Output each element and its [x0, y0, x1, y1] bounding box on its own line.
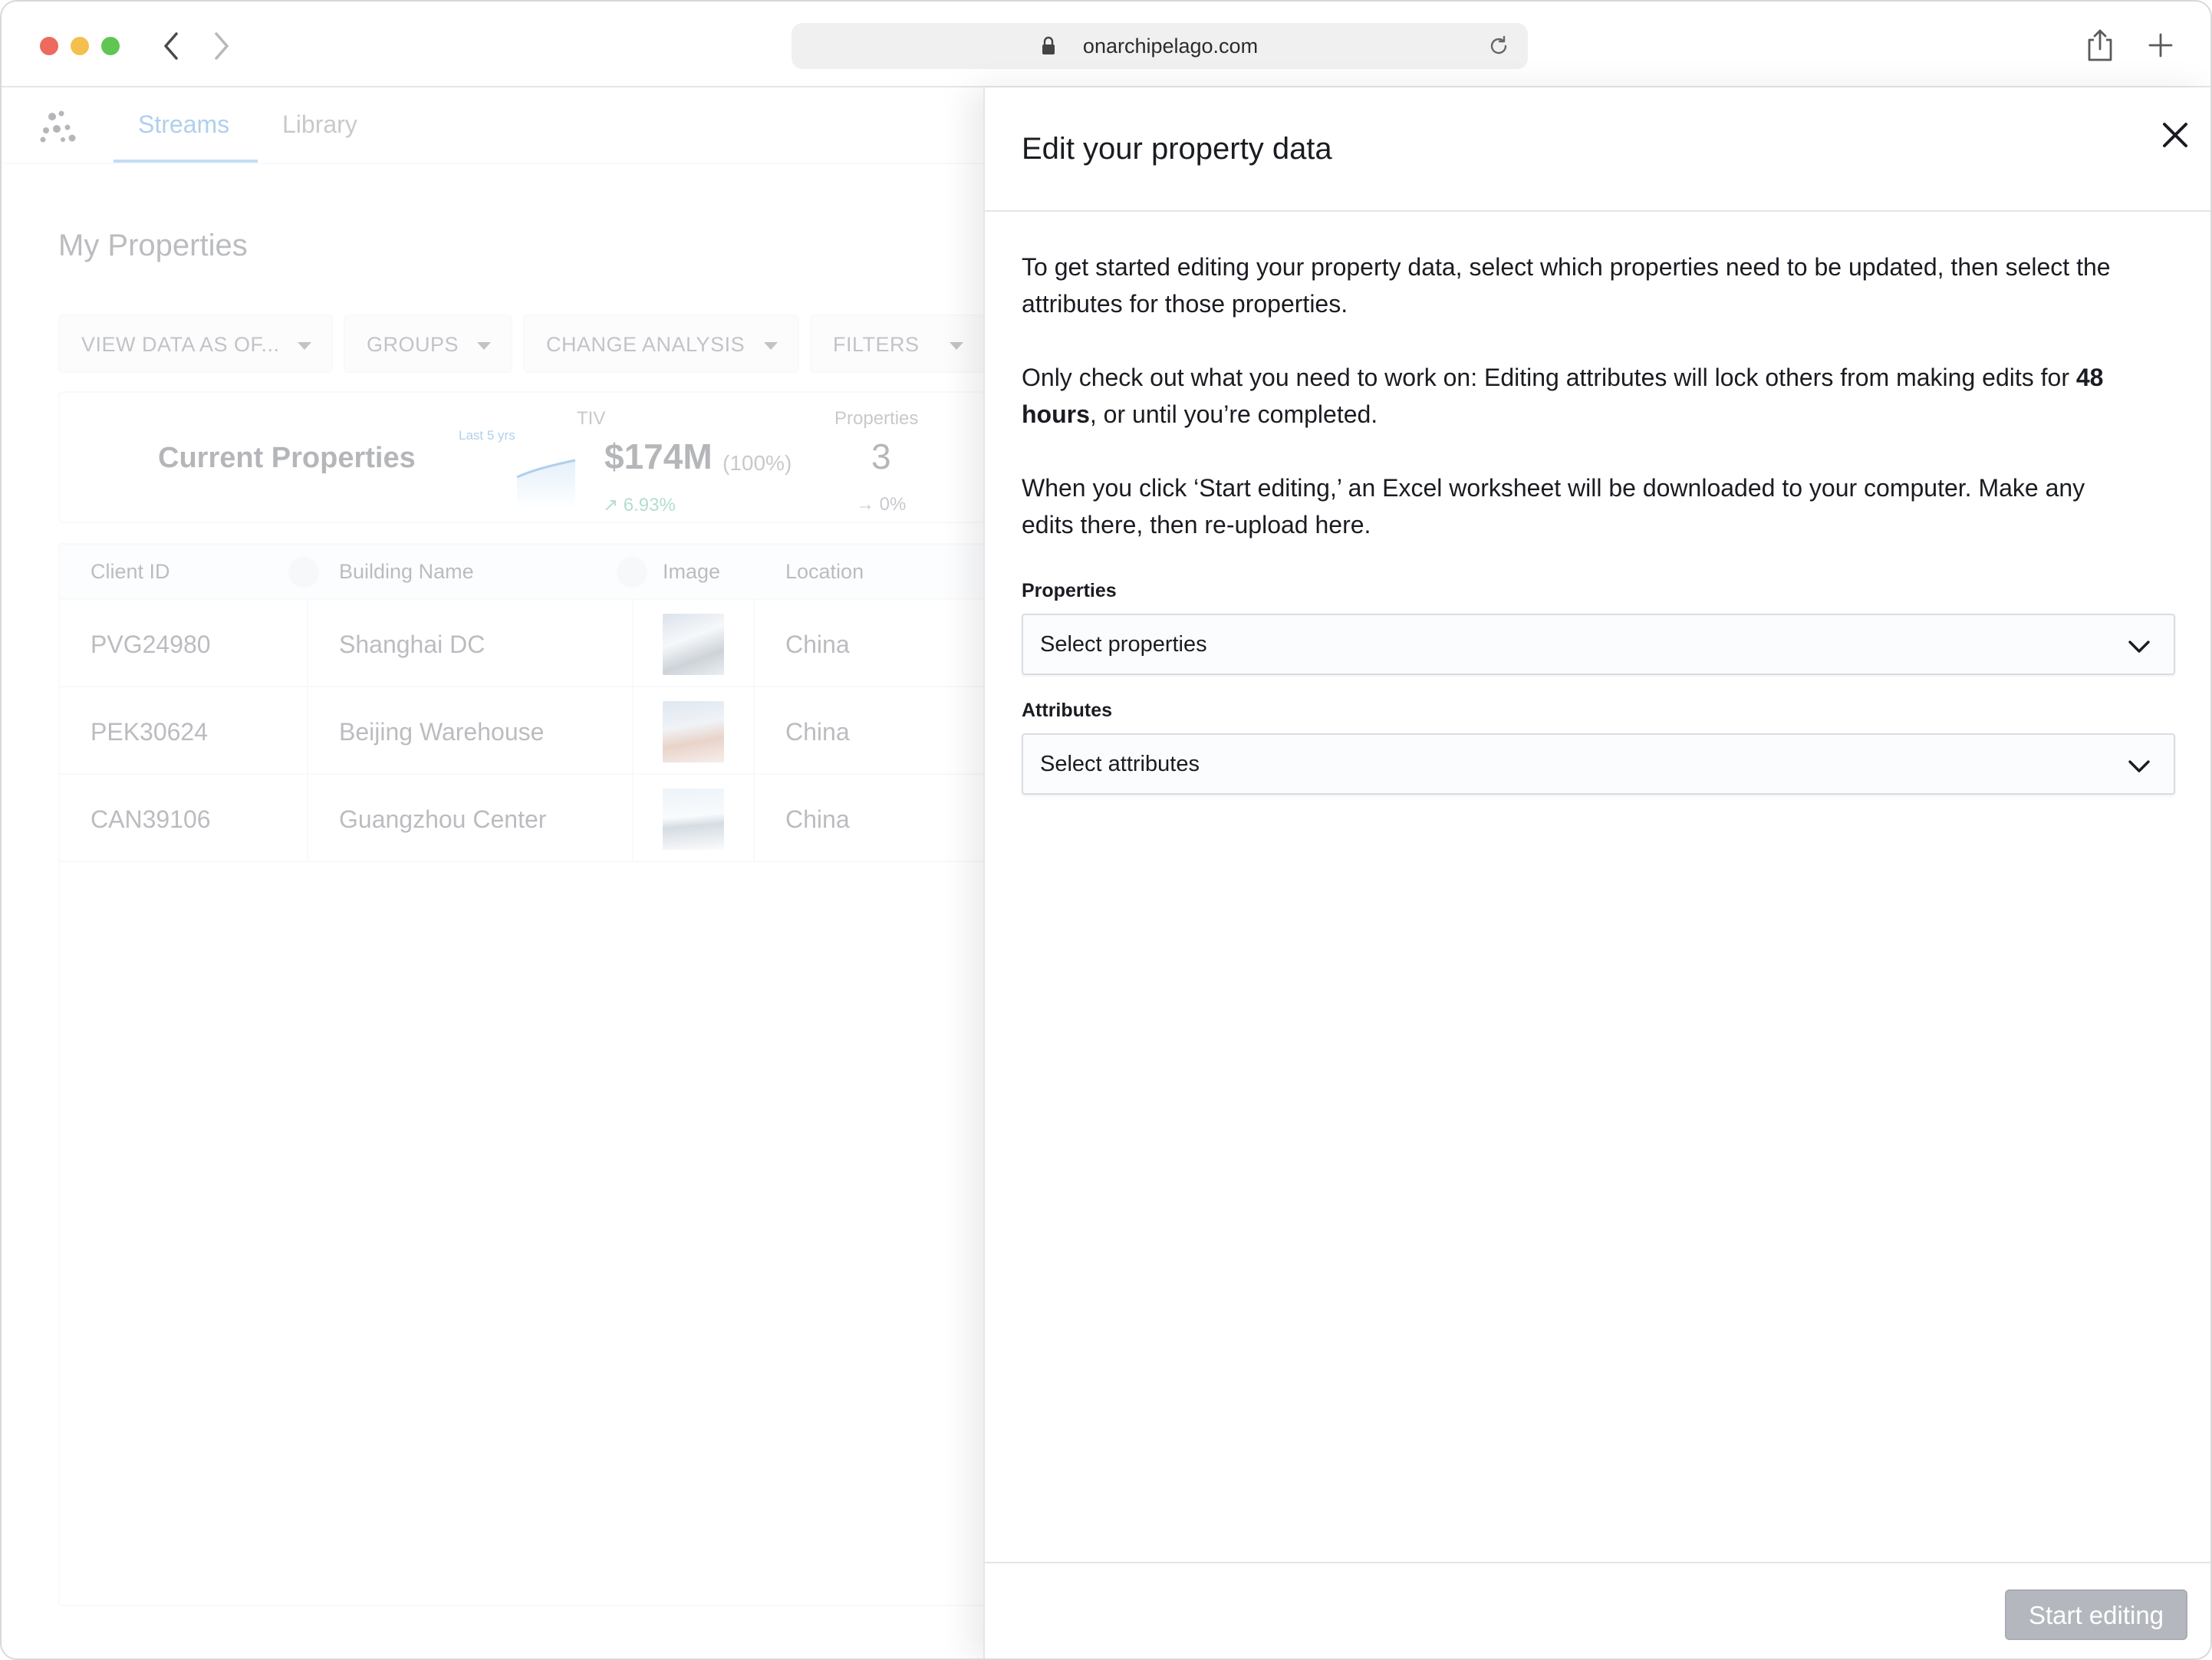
column-header-location[interactable]: Location [785, 560, 864, 584]
active-tab-indicator [114, 160, 258, 163]
page-title: My Properties [58, 229, 248, 262]
drawer-footer-divider [985, 1562, 2210, 1563]
summary-card: Current Properties Last 5 yrs TIV $174M … [58, 391, 985, 523]
minimize-window-button[interactable] [71, 37, 89, 55]
properties-field-label: Properties [1022, 580, 1117, 601]
forward-arrow-icon[interactable] [206, 28, 236, 64]
close-icon[interactable] [2157, 117, 2194, 153]
column-header-client-id[interactable]: Client ID [91, 560, 170, 584]
address-bar[interactable]: onarchipelago.com [792, 23, 1528, 69]
filter-label: CHANGE ANALYSIS [546, 333, 746, 356]
column-header-building-name[interactable]: Building Name [339, 560, 474, 584]
reload-icon[interactable] [1486, 34, 1511, 58]
client-id-cell: PEK30624 [91, 718, 209, 746]
caret-down-icon [477, 342, 491, 350]
properties-select-placeholder: Select properties [1040, 632, 1207, 657]
filter-label: GROUPS [367, 333, 459, 356]
drawer-header: Edit your property data [985, 87, 2210, 212]
tiv-value: $174M [604, 436, 713, 476]
lock-warning-paragraph: Only check out what you need to work on:… [1022, 359, 2141, 433]
tab-streams[interactable]: Streams [138, 110, 229, 139]
filter-label: VIEW DATA AS OF... [81, 333, 280, 356]
lock-warning-text-end: , or until you’re completed. [1089, 400, 1378, 428]
tiv-label: TIV [577, 408, 606, 429]
property-thumbnail[interactable] [663, 789, 724, 850]
attributes-select-placeholder: Select attributes [1040, 752, 1200, 776]
caret-down-icon [950, 342, 963, 350]
app-background: Streams Library My Properties VIEW DATA … [2, 87, 985, 1658]
lock-warning-text: Only check out what you need to work on:… [1022, 364, 2076, 391]
property-thumbnail[interactable] [663, 614, 724, 675]
chevron-down-icon [2128, 641, 2150, 653]
column-resize-handle[interactable] [288, 557, 319, 588]
summary-title: Current Properties [158, 442, 416, 474]
client-id-cell: PVG24980 [91, 631, 211, 658]
tiv-percent: (100%) [723, 451, 792, 475]
sparkline-label: Last 5 yrs [459, 428, 515, 443]
change-analysis-dropdown[interactable]: CHANGE ANALYSIS [523, 315, 799, 373]
properties-count-value: 3 [871, 436, 891, 476]
caret-down-icon [764, 342, 778, 350]
top-navigation: Streams Library [2, 87, 985, 164]
building-name-cell: Guangzhou Center [339, 805, 547, 833]
download-info-paragraph: When you click ‘Start editing,’ an Excel… [1022, 474, 2085, 539]
maximize-window-button[interactable] [101, 37, 120, 55]
building-name-cell: Shanghai DC [339, 631, 486, 658]
attributes-select[interactable]: Select attributes [1022, 733, 2175, 795]
browser-toolbar: onarchipelago.com [2, 2, 2210, 87]
properties-count-change: → 0% [856, 494, 907, 515]
drawer-title: Edit your property data [1022, 132, 1332, 166]
location-cell: China [785, 718, 850, 746]
properties-select[interactable]: Select properties [1022, 614, 2175, 675]
close-window-button[interactable] [40, 37, 58, 55]
chevron-down-icon [2128, 760, 2150, 772]
table-header: Client ID Building Name Image Location [60, 545, 983, 600]
properties-table: Client ID Building Name Image Location P… [58, 543, 985, 1606]
intro-paragraph: To get started editing your property dat… [1022, 253, 2111, 318]
column-resize-handle[interactable] [617, 557, 647, 588]
column-header-image[interactable]: Image [663, 560, 720, 584]
caret-down-icon [298, 342, 311, 350]
share-icon[interactable] [2086, 28, 2114, 63]
edit-property-data-drawer: Edit your property data To get started e… [983, 87, 2210, 1658]
attributes-field-label: Attributes [1022, 700, 1113, 721]
groups-dropdown[interactable]: GROUPS [344, 315, 512, 373]
tiv-change: ↗ 6.93% [603, 495, 676, 515]
building-name-cell: Beijing Warehouse [339, 718, 545, 746]
browser-window: onarchipelago.com Streams Library My Pro… [0, 0, 2212, 1660]
location-cell: China [785, 631, 850, 658]
table-row[interactable]: CAN39106 Guangzhou Center China [60, 775, 983, 862]
back-arrow-icon[interactable] [156, 28, 187, 64]
tab-library[interactable]: Library [282, 110, 357, 139]
new-tab-plus-icon[interactable] [2148, 32, 2174, 58]
filters-dropdown[interactable]: FILTERS [810, 315, 985, 373]
url-text: onarchipelago.com [1082, 35, 1259, 58]
table-row[interactable]: PEK30624 Beijing Warehouse China [60, 687, 983, 775]
tiv-sparkline [516, 459, 576, 509]
location-cell: China [785, 805, 850, 833]
archipelago-logo-icon[interactable] [38, 107, 78, 144]
start-editing-button[interactable]: Start editing [2005, 1589, 2187, 1640]
filter-label: FILTERS [833, 333, 920, 356]
properties-count-label: Properties [834, 408, 919, 429]
property-thumbnail[interactable] [663, 701, 724, 762]
client-id-cell: CAN39106 [91, 805, 211, 833]
view-data-as-of-dropdown[interactable]: VIEW DATA AS OF... [58, 315, 333, 373]
table-row[interactable]: PVG24980 Shanghai DC China [60, 600, 983, 687]
